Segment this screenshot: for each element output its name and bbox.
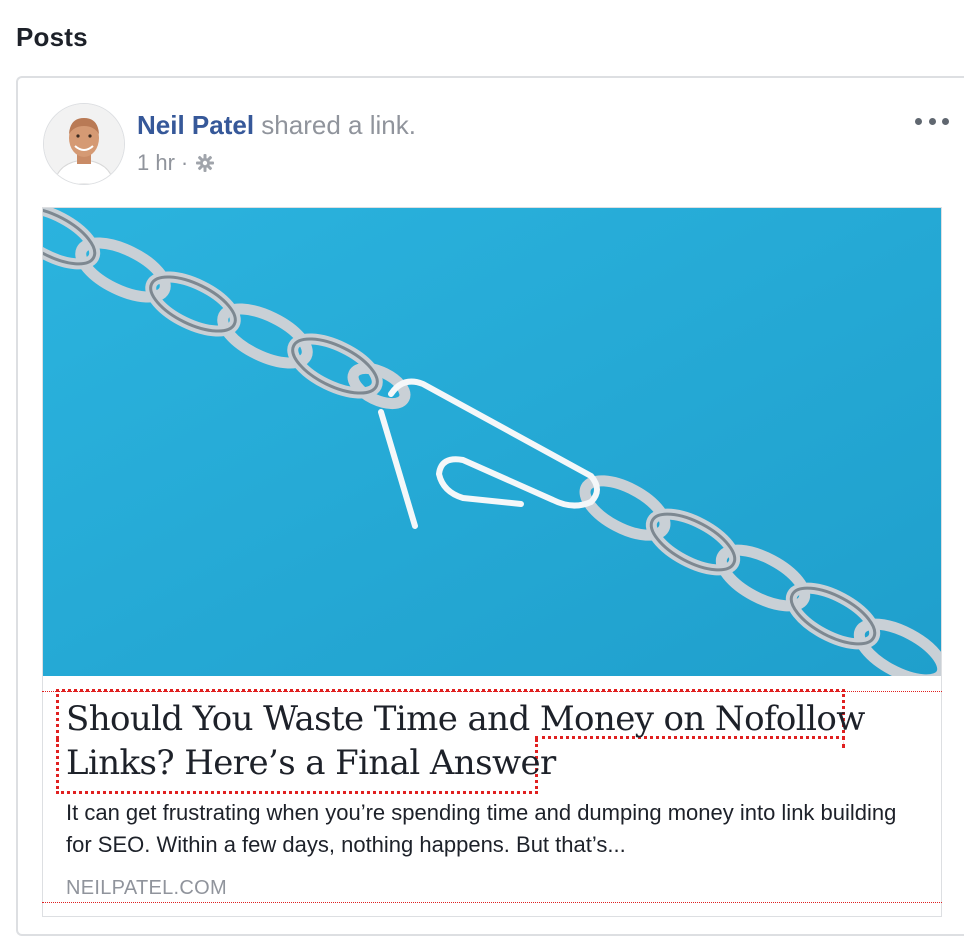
timestamp-link[interactable]: 1 hr [137, 150, 175, 176]
more-options-icon[interactable] [915, 108, 949, 134]
dot [942, 117, 949, 125]
link-description: It can get frustrating when you’re spend… [66, 800, 897, 857]
section-title: Posts [16, 22, 88, 52]
post-header: Neil Patel shared a link. [137, 110, 416, 141]
author-name-link[interactable]: Neil Patel [137, 110, 254, 140]
avatar[interactable] [43, 103, 125, 185]
meta-separator: · [180, 150, 189, 175]
link-domain: NEILPATEL.COM [66, 877, 227, 899]
link-preview-image[interactable] [43, 208, 941, 676]
headline-line-2: Links? Here’s a Final Answer [66, 743, 556, 783]
profile-photo [44, 104, 124, 184]
dot [928, 117, 936, 125]
gear-icon[interactable] [194, 152, 216, 174]
dot [915, 117, 922, 125]
link-headline[interactable]: Should You Waste Time and Money on Nofol… [66, 697, 866, 785]
annotation-line-bottom [42, 902, 942, 903]
action-text[interactable]: shared a link. [261, 110, 416, 140]
post-meta: 1 hr · [137, 150, 216, 176]
headline-line-1: Should You Waste Time and Money on Nofol… [66, 699, 865, 739]
